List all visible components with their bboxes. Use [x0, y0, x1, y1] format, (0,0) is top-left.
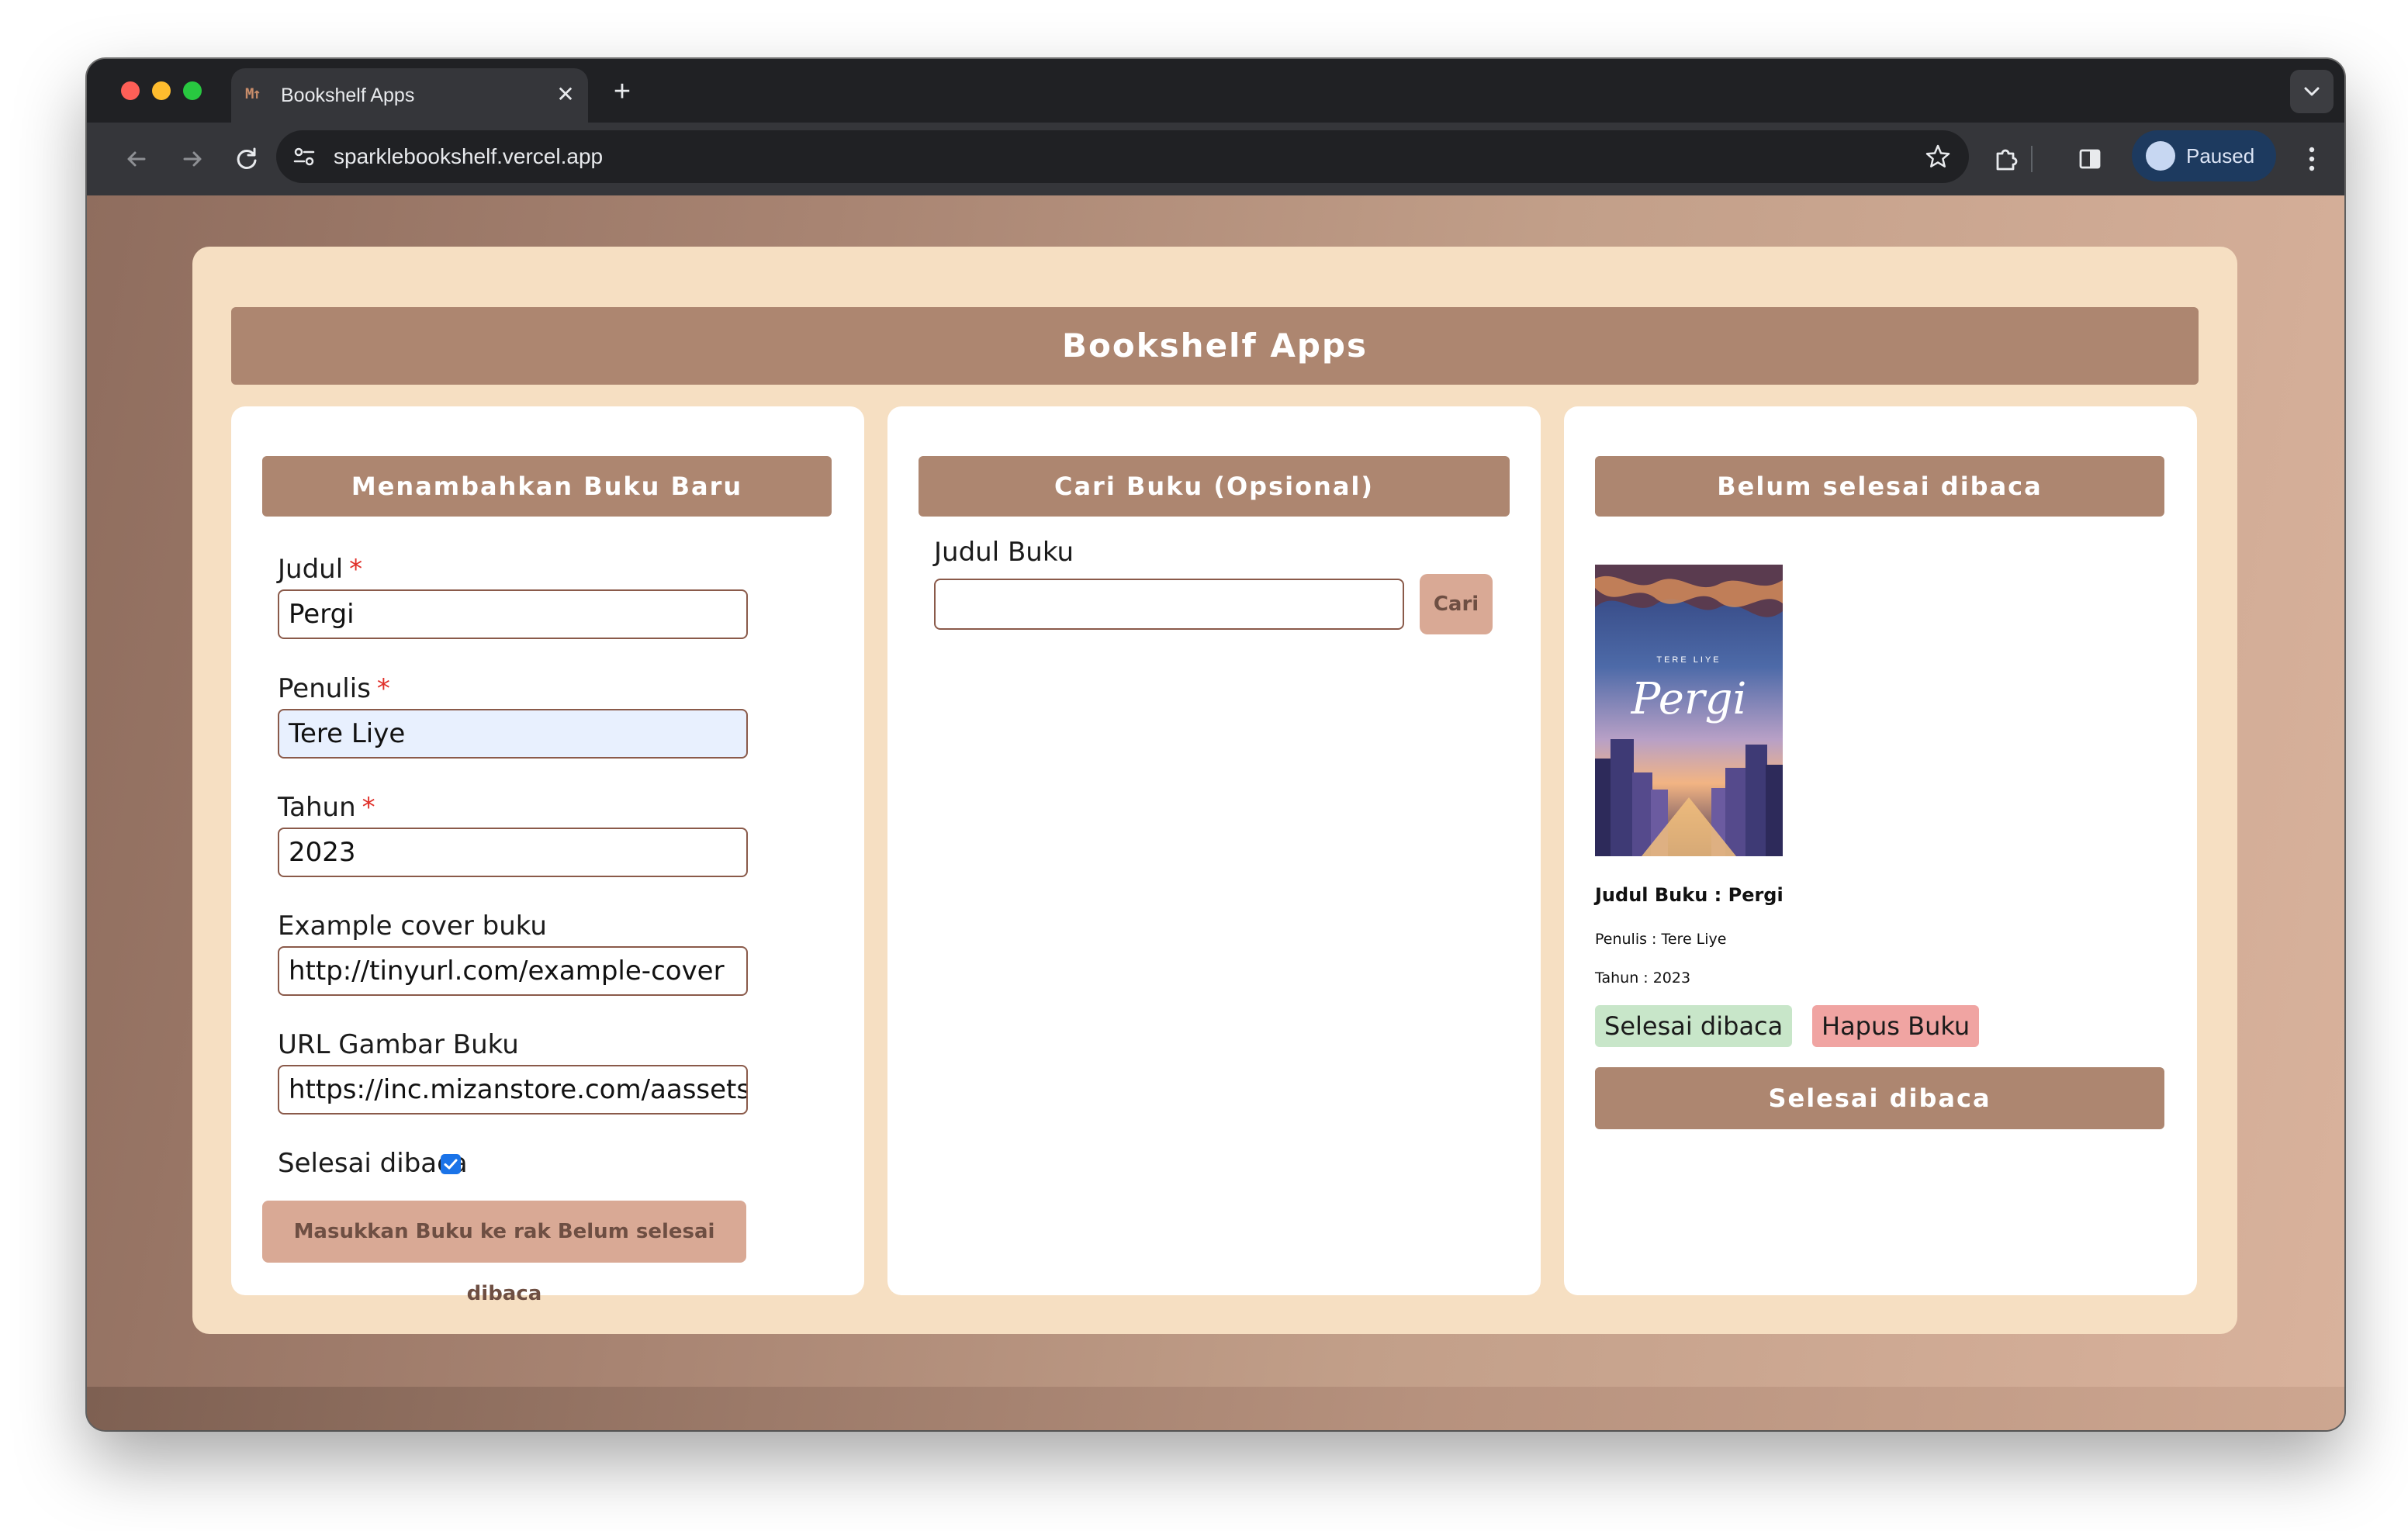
book-author: Penulis : Tere Liye: [1595, 931, 1727, 948]
delete-book-button[interactable]: Hapus Buku: [1812, 1005, 1980, 1047]
cover-title-text: Pergi: [1631, 674, 1747, 724]
close-tab-icon[interactable]: ✕: [552, 81, 579, 108]
back-arrow-icon[interactable]: [121, 143, 152, 175]
side-panel-icon[interactable]: [2074, 143, 2105, 175]
finished-shelf-heading: Selesai dibaca: [1595, 1067, 2164, 1129]
image-url-input[interactable]: https://inc.mizanstore.com/aassets/: [278, 1065, 748, 1115]
search-button[interactable]: Cari: [1420, 574, 1493, 634]
chevron-down-icon: [2304, 87, 2320, 96]
submit-book-button[interactable]: Masukkan Buku ke rak Belum selesai dibac…: [262, 1201, 746, 1305]
tab-title: Bookshelf Apps: [281, 85, 415, 106]
minimize-window-button[interactable]: [152, 81, 171, 100]
add-book-heading: Menambahkan Buku Baru: [262, 456, 832, 517]
title-input[interactable]: Pergi: [278, 589, 748, 639]
search-card: Cari Buku (Opsional) Judul Buku Cari: [887, 406, 1541, 1295]
book-cover-image: TERE LIYE Pergi: [1595, 565, 1783, 856]
more-menu-icon[interactable]: [2306, 143, 2318, 175]
profile-button[interactable]: Paused: [2132, 130, 2276, 181]
profile-status: Paused: [2186, 144, 2255, 168]
toolbar-divider: [2031, 146, 2033, 172]
app-container: Bookshelf Apps Menambahkan Buku Baru Jud…: [192, 247, 2237, 1334]
browser-toolbar: sparklebookshelf.vercel.app Paused: [87, 123, 2344, 195]
title-label: Judul *: [278, 554, 363, 585]
zoom-window-button[interactable]: [183, 81, 202, 100]
close-window-button[interactable]: [121, 81, 140, 100]
favicon-icon: M↑: [245, 85, 261, 102]
example-cover-label: Example cover buku: [278, 911, 547, 942]
page-bottom-strip: [87, 1387, 2344, 1430]
tab-search-button[interactable]: [2290, 70, 2334, 113]
tab-bookshelf-apps[interactable]: M↑ Bookshelf Apps ✕: [231, 68, 588, 123]
example-cover-input[interactable]: http://tinyurl.com/example-cover: [278, 946, 748, 996]
new-tab-button[interactable]: +: [607, 76, 638, 107]
mark-finished-button[interactable]: Selesai dibaca: [1595, 1005, 1793, 1047]
unfinished-shelf-card: Belum selesai dibaca TERE LIYE Pergi Jud…: [1564, 406, 2197, 1295]
page-viewport: Bookshelf Apps Menambahkan Buku Baru Jud…: [87, 195, 2344, 1430]
address-bar[interactable]: sparklebookshelf.vercel.app: [276, 130, 1969, 183]
forward-arrow-icon[interactable]: [177, 143, 208, 175]
cover-author-text: TERE LIYE: [1656, 655, 1721, 665]
site-settings-icon[interactable]: [290, 143, 318, 171]
book-title: Judul Buku : Pergi: [1595, 884, 1784, 906]
bookmark-star-icon[interactable]: [1924, 143, 1952, 171]
reload-icon[interactable]: [231, 143, 262, 175]
year-input[interactable]: 2023: [278, 828, 748, 877]
author-label: Penulis *: [278, 673, 390, 704]
search-input[interactable]: [934, 579, 1404, 630]
finished-checkbox-label: Selesai dibaca: [278, 1148, 468, 1179]
finished-checkbox[interactable]: [441, 1154, 461, 1174]
tab-strip: M↑ Bookshelf Apps ✕ +: [87, 59, 2344, 123]
url-text: sparklebookshelf.vercel.app: [334, 144, 604, 168]
add-book-card: Menambahkan Buku Baru Judul * Pergi Penul…: [231, 406, 864, 1305]
search-heading: Cari Buku (Opsional): [919, 456, 1510, 517]
browser-window: M↑ Bookshelf Apps ✕ + sparklebookshelf.v…: [87, 59, 2344, 1430]
checkmark-icon: [444, 1159, 458, 1170]
year-label: Tahun *: [278, 792, 375, 823]
page-title: Bookshelf Apps: [231, 307, 2199, 385]
search-label: Judul Buku: [934, 537, 1074, 568]
extensions-icon[interactable]: [1991, 143, 2022, 175]
image-url-label: URL Gambar Buku: [278, 1029, 519, 1060]
author-input[interactable]: Tere Liye: [278, 709, 748, 759]
book-year: Tahun : 2023: [1595, 969, 1691, 987]
unfinished-shelf-heading: Belum selesai dibaca: [1595, 456, 2164, 517]
avatar: [2146, 141, 2175, 171]
